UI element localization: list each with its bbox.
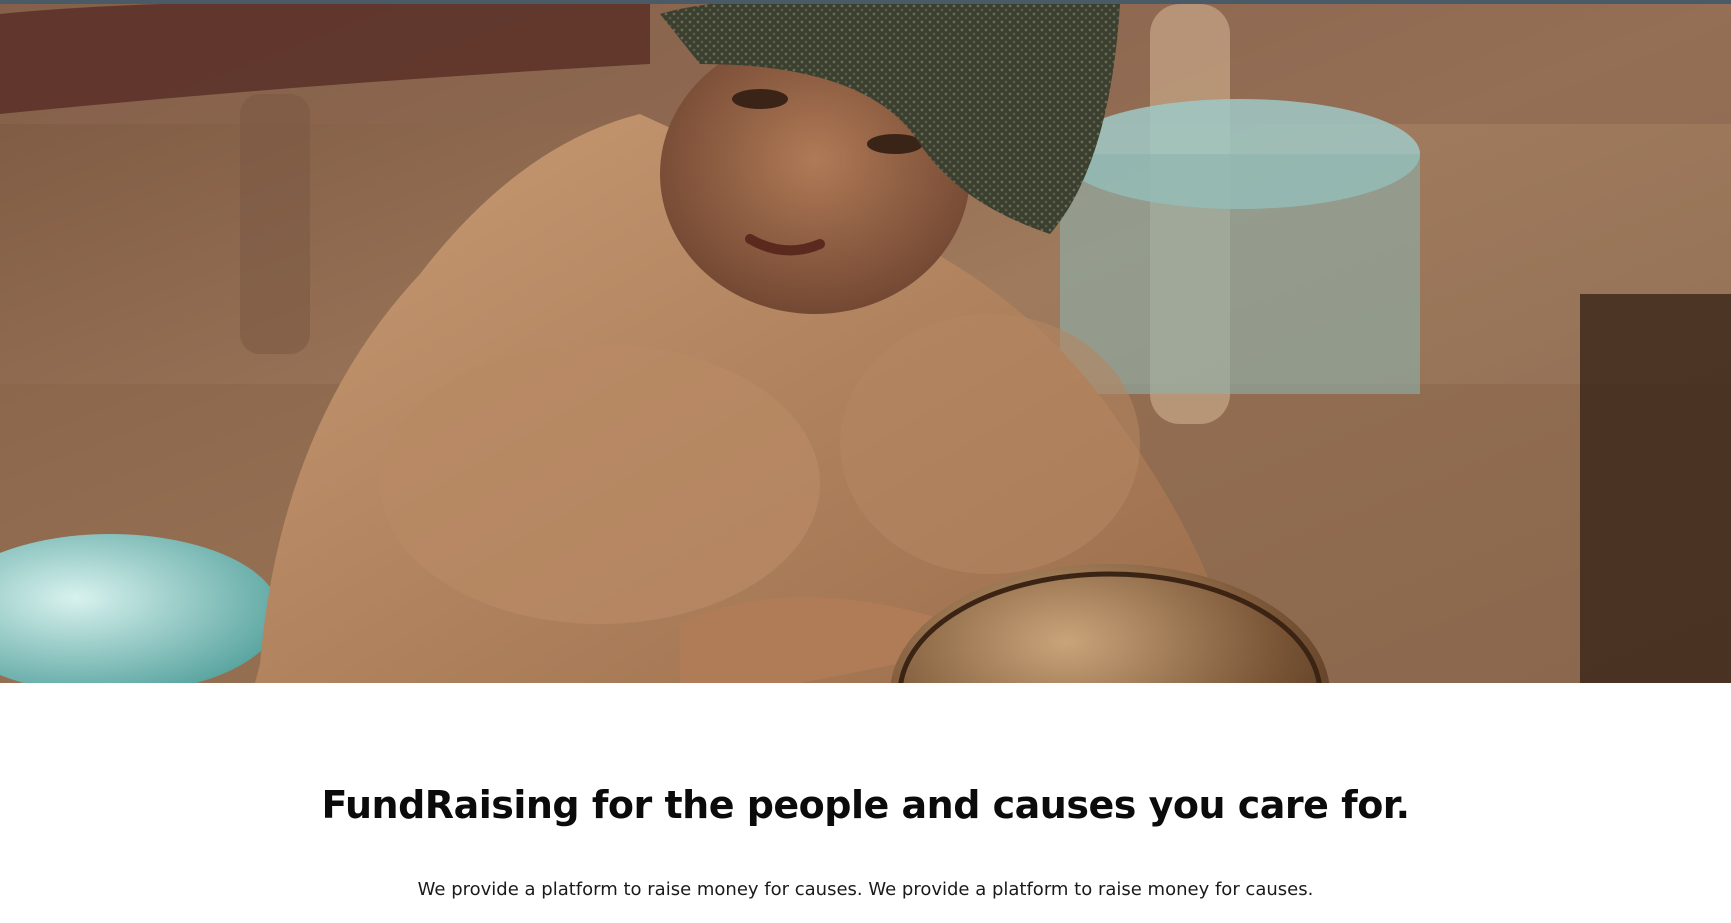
hero-photo-illustration [0, 4, 1731, 683]
landing-page: FundRaising for the people and causes yo… [0, 0, 1731, 923]
page-description: We provide a platform to raise money for… [417, 879, 1314, 900]
page-headline: FundRaising for the people and causes yo… [321, 783, 1410, 827]
hero-image [0, 4, 1731, 683]
